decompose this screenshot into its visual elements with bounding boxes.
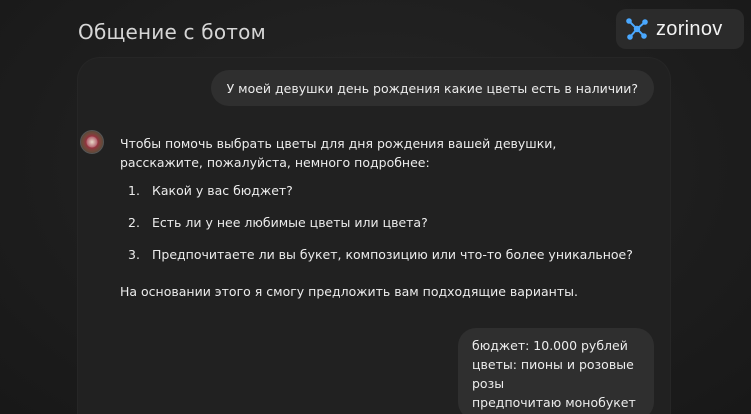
brand-logo[interactable]: zorinov — [616, 9, 744, 49]
list-item: 3. Предпочитаете ли вы букет, композицию… — [120, 245, 640, 264]
bot-message-outro: На основании этого я смогу предложить ва… — [120, 284, 578, 299]
user-message-line: цветы: пионы и розовые розы — [472, 357, 634, 391]
list-item-text: Какой у вас бюджет? — [152, 183, 293, 198]
list-item-text: Есть ли у нее любимые цветы или цвета? — [152, 215, 428, 230]
list-item-text: Предпочитаете ли вы букет, композицию ил… — [152, 247, 633, 262]
brand-name: zorinov — [656, 17, 723, 40]
user-message-line: бюджет: 10.000 рублей — [472, 338, 628, 353]
list-item-number: 3. — [128, 247, 140, 262]
bot-question-list: 1. Какой у вас бюджет? 2. Есть ли у нее … — [120, 181, 640, 264]
user-message-bubble: бюджет: 10.000 рублей цветы: пионы и роз… — [458, 328, 654, 414]
list-item-number: 1. — [128, 183, 140, 198]
bot-avatar — [80, 130, 104, 154]
user-message-text: У моей девушки день рождения какие цветы… — [226, 80, 638, 96]
user-message-line: предпочитаю монобукет — [472, 395, 636, 410]
chat-page: Общение с ботом zorinov У моей девушки д… — [0, 0, 751, 414]
page-title: Общение с ботом — [78, 20, 266, 44]
user-message-bubble: У моей девушки день рождения какие цветы… — [210, 70, 654, 106]
list-item: 1. Какой у вас бюджет? — [120, 181, 640, 200]
list-item: 2. Есть ли у нее любимые цветы или цвета… — [120, 213, 640, 232]
bot-message-intro: Чтобы помочь выбрать цветы для дня рожде… — [120, 136, 557, 170]
list-item-number: 2. — [128, 215, 140, 230]
molecule-network-icon — [626, 18, 648, 40]
bot-message: Чтобы помочь выбрать цветы для дня рожде… — [120, 134, 640, 301]
